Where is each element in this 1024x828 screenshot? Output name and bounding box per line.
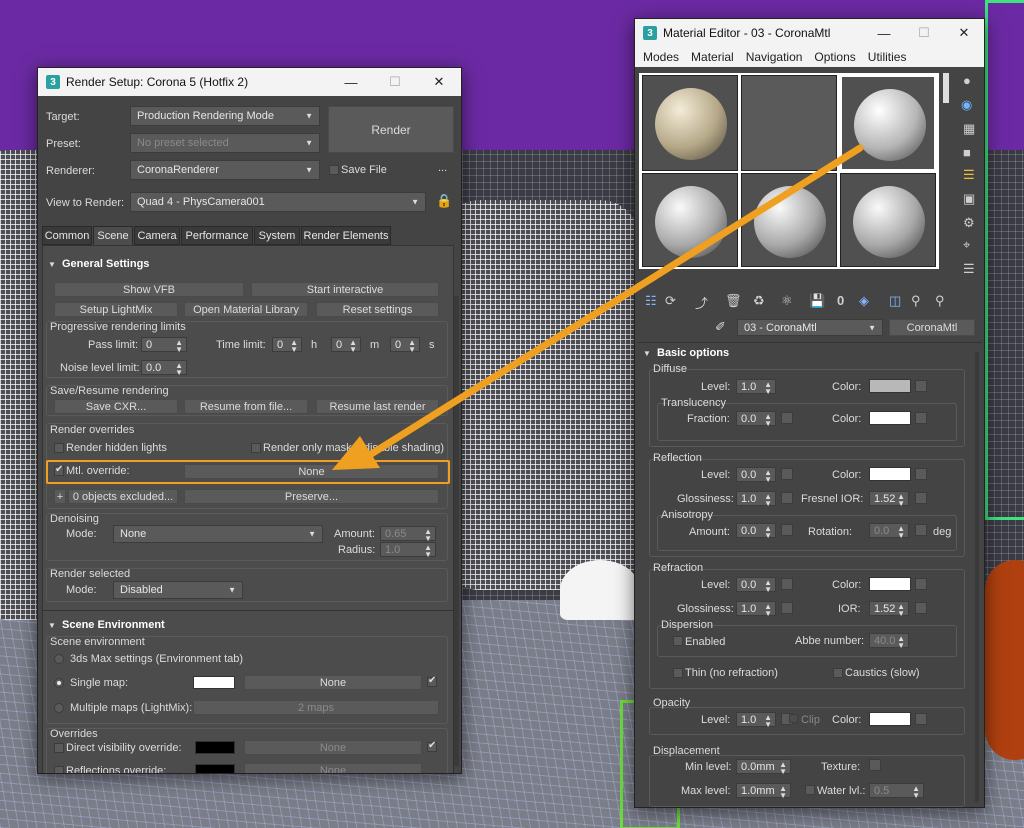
annotation-arrow bbox=[332, 144, 864, 470]
annotation-arrow-line bbox=[364, 144, 864, 460]
